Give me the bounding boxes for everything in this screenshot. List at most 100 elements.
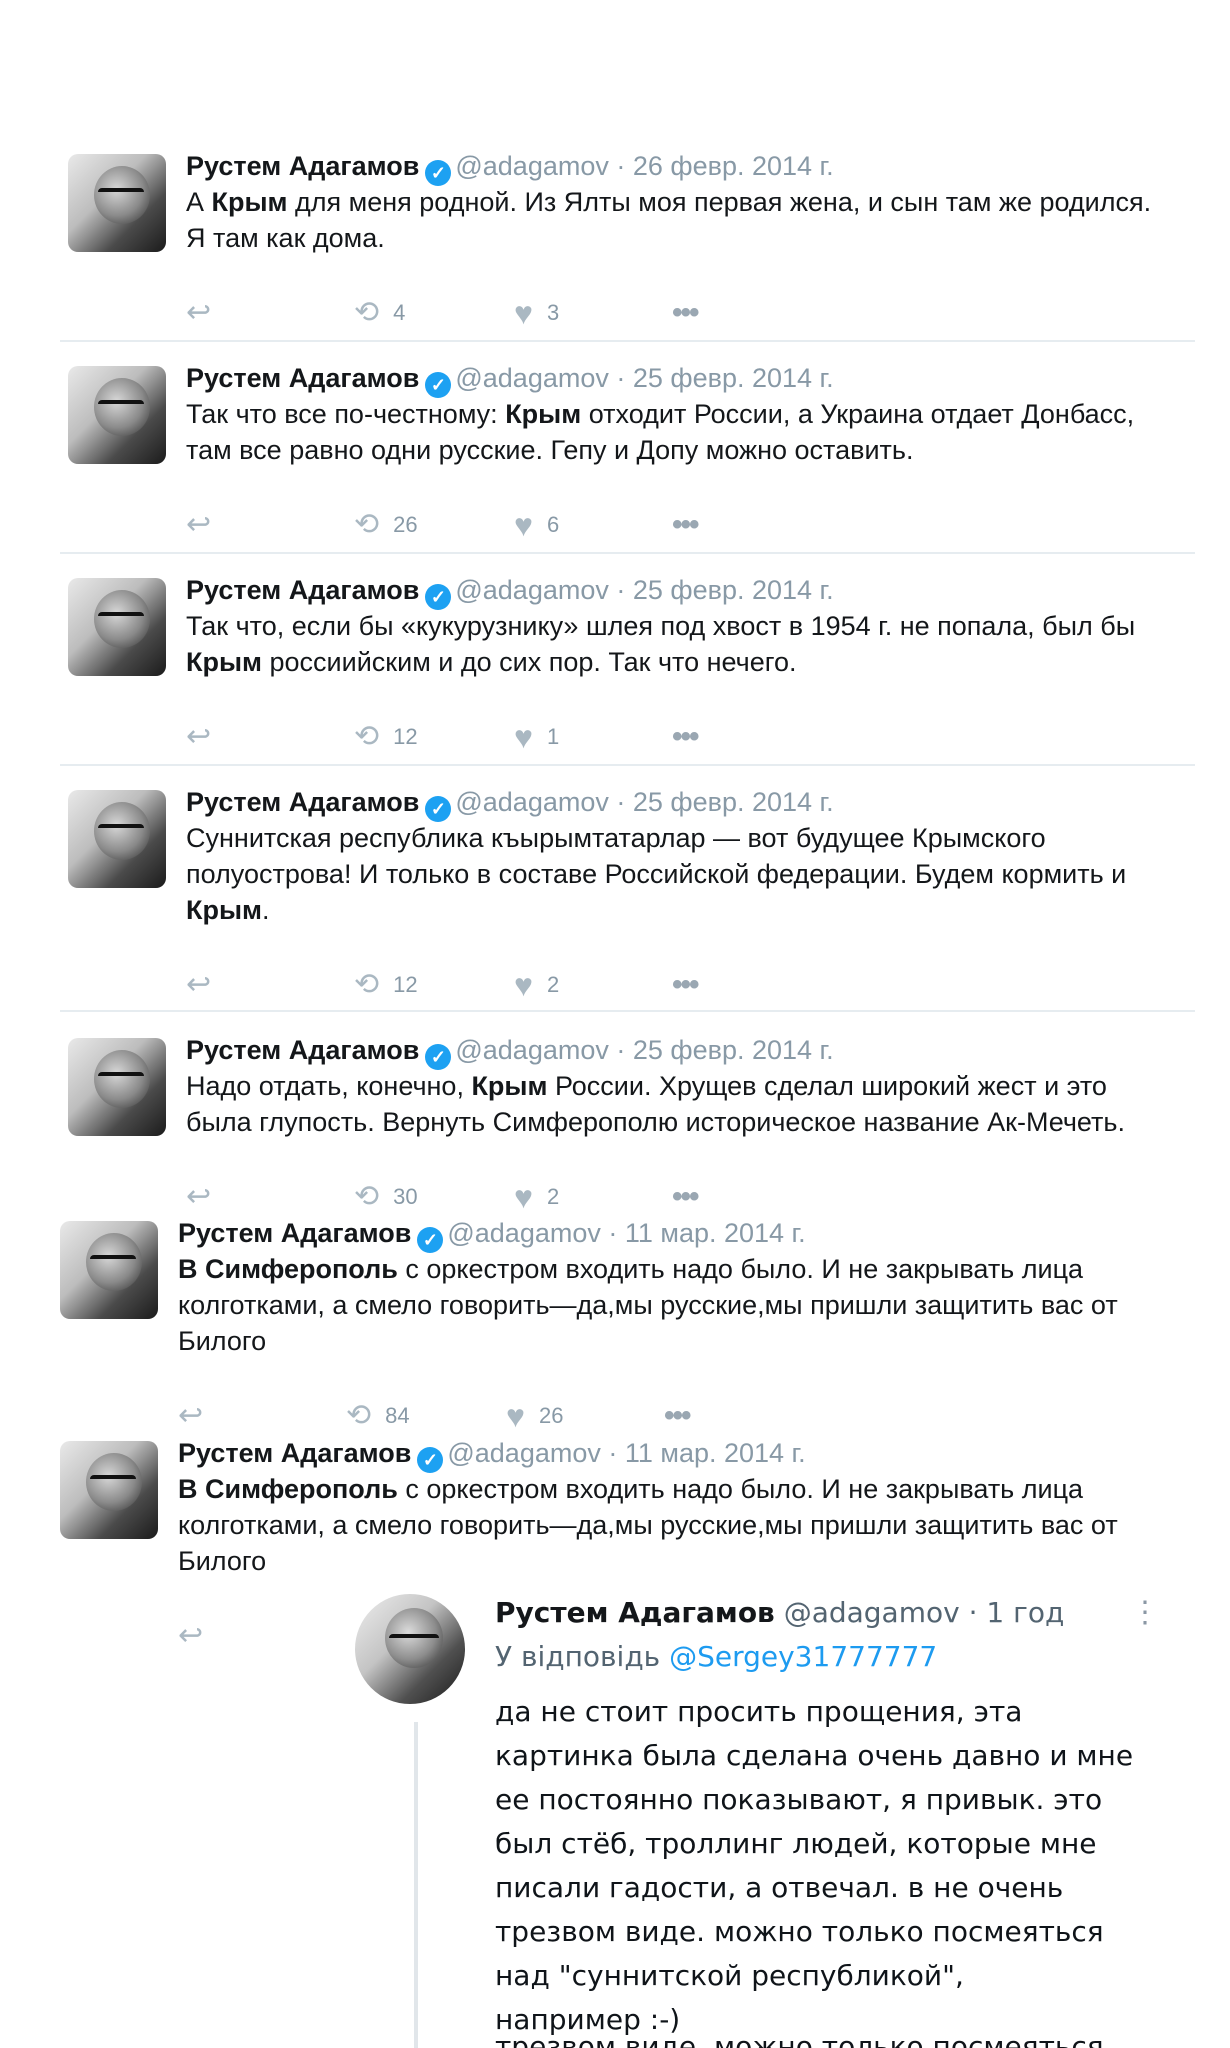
retweet-count: 12 [393,972,418,997]
tweet-text-line: Суннитская республика къырымтатарлар — в… [186,820,1230,856]
reply-arrow-action[interactable]: ↩ [178,1619,203,1653]
reply-arrow-icon[interactable]: ↩ [186,1180,211,1214]
more-dots-action[interactable]: ••• [672,1180,699,1214]
tweet-date[interactable]: 11 мар. 2014 г. [625,1218,806,1248]
tweet-date[interactable]: 25 февр. 2014 г. [633,363,834,393]
retweet-action[interactable]: ⟲ 4 [354,296,405,330]
retweet-icon[interactable]: ⟲ [354,720,379,754]
reply-author-handle[interactable]: @adagamov [784,1596,960,1629]
author-name[interactable]: Рустем Адагамов [186,575,419,605]
heart-icon[interactable]: ♥ [514,296,533,330]
retweet-icon[interactable]: ⟲ [354,296,379,330]
separator-dot: · [600,1438,625,1468]
heart-icon[interactable]: ♥ [514,968,533,1002]
heart-action[interactable]: ♥ 26 [506,1399,563,1433]
author-avatar[interactable] [68,154,166,252]
heart-icon[interactable]: ♥ [514,720,533,754]
tweet-header: Рустем Адагамов ✓ @adagamov · 11 мар. 2014… [178,1217,806,1253]
author-name[interactable]: Рустем Адагамов [178,1438,411,1468]
tweet-date[interactable]: 25 февр. 2014 г. [633,1035,834,1065]
reply-to-mention[interactable]: @Sergey31777777 [669,1640,937,1673]
tweet-header: Рустем Адагамов ✓ @adagamov · 25 февр. 201… [186,786,834,822]
more-dots-action[interactable]: ••• [672,968,699,1002]
heart-action[interactable]: ♥ 2 [514,1180,559,1214]
text-segment: Билого [178,1326,267,1356]
more-options-icon[interactable]: ⋮ [1130,1598,1160,1628]
reply-arrow-icon[interactable]: ↩ [178,1399,203,1433]
reply-author-name[interactable]: Рустем Адагамов [495,1596,775,1629]
separator-dot: · [608,787,633,817]
more-dots-icon[interactable]: ••• [672,720,699,754]
author-name[interactable]: Рустем Адагамов [178,1218,411,1248]
heart-action[interactable]: ♥ 6 [514,508,559,542]
highlighted-keyword: Крым [211,187,288,217]
more-dots-action[interactable]: ••• [672,720,699,754]
reply-arrow-icon[interactable]: ↩ [186,968,211,1002]
author-handle[interactable]: @adagamov [455,575,609,605]
retweet-icon[interactable]: ⟲ [354,1180,379,1214]
heart-action[interactable]: ♥ 3 [514,296,559,330]
author-name[interactable]: Рустем Адагамов [186,363,419,393]
reply-arrow-icon[interactable]: ↩ [186,508,211,542]
author-avatar[interactable] [68,366,166,464]
retweet-count: 4 [393,300,406,325]
heart-icon[interactable]: ♥ [506,1399,525,1433]
author-handle[interactable]: @adagamov [447,1218,601,1248]
reply-arrow-action[interactable]: ↩ [186,720,211,754]
retweet-action[interactable]: ⟲ 26 [354,508,418,542]
author-avatar[interactable] [60,1441,158,1539]
retweet-icon[interactable]: ⟲ [346,1399,371,1433]
retweet-action[interactable]: ⟲ 12 [354,720,418,754]
author-handle[interactable]: @adagamov [455,1035,609,1065]
heart-icon[interactable]: ♥ [514,1180,533,1214]
heart-action[interactable]: ♥ 1 [514,720,559,754]
reply-text-cutoff-line: трезвом виде. можно только посмеяться [495,2030,1104,2048]
reply-arrow-icon[interactable]: ↩ [178,1619,203,1653]
reply-arrow-icon[interactable]: ↩ [186,720,211,754]
author-handle[interactable]: @adagamov [447,1438,601,1468]
retweet-icon[interactable]: ⟲ [354,968,379,1002]
more-dots-icon[interactable]: ••• [672,296,699,330]
heart-action[interactable]: ♥ 2 [514,968,559,1002]
retweet-action[interactable]: ⟲ 30 [354,1180,418,1214]
heart-icon[interactable]: ♥ [514,508,533,542]
reply-arrow-action[interactable]: ↩ [186,968,211,1002]
reply-arrow-action[interactable]: ↩ [178,1399,203,1433]
text-segment: с оркестром входить надо было. И не закр… [397,1474,1084,1504]
more-dots-action[interactable]: ••• [664,1399,691,1433]
more-dots-icon[interactable]: ••• [664,1399,691,1433]
author-name[interactable]: Рустем Адагамов [186,1035,419,1065]
author-avatar[interactable] [68,790,166,888]
tweet-actions: ↩ ⟲ 26 ♥ 6 ••• [186,508,786,542]
author-name[interactable]: Рустем Адагамов [186,151,419,181]
retweet-action[interactable]: ⟲ 12 [354,968,418,1002]
more-dots-icon[interactable]: ••• [672,1180,699,1214]
author-avatar[interactable] [68,578,166,676]
author-handle[interactable]: @adagamov [455,787,609,817]
retweet-action[interactable]: ⟲ 84 [346,1399,410,1433]
author-handle[interactable]: @adagamov [455,363,609,393]
author-avatar[interactable] [60,1221,158,1319]
author-handle[interactable]: @adagamov [455,151,609,181]
retweet-icon[interactable]: ⟲ [354,508,379,542]
tweet-date[interactable]: 11 мар. 2014 г. [625,1438,806,1468]
author-avatar[interactable] [68,1038,166,1136]
reply-arrow-action[interactable]: ↩ [186,296,211,330]
reply-arrow-icon[interactable]: ↩ [186,296,211,330]
more-dots-icon[interactable]: ••• [672,508,699,542]
author-name[interactable]: Рустем Адагамов [186,787,419,817]
more-dots-action[interactable]: ••• [672,296,699,330]
reply-arrow-action[interactable]: ↩ [186,508,211,542]
highlighted-keyword: Крым [186,647,263,677]
tweet-date[interactable]: 26 февр. 2014 г. [633,151,834,181]
reply-avatar[interactable] [355,1594,465,1704]
reply-arrow-action[interactable]: ↩ [186,1180,211,1214]
tweet-date[interactable]: 25 февр. 2014 г. [633,787,834,817]
more-dots-icon[interactable]: ••• [672,968,699,1002]
tweet-date[interactable]: 25 февр. 2014 г. [633,575,834,605]
separator-dot: · [608,1035,633,1065]
separator-dot: · [600,1218,625,1248]
more-dots-action[interactable]: ••• [672,508,699,542]
text-segment: для меня родной. Из Ялты моя первая жена… [287,187,1152,217]
highlighted-keyword: Крым [186,895,263,925]
